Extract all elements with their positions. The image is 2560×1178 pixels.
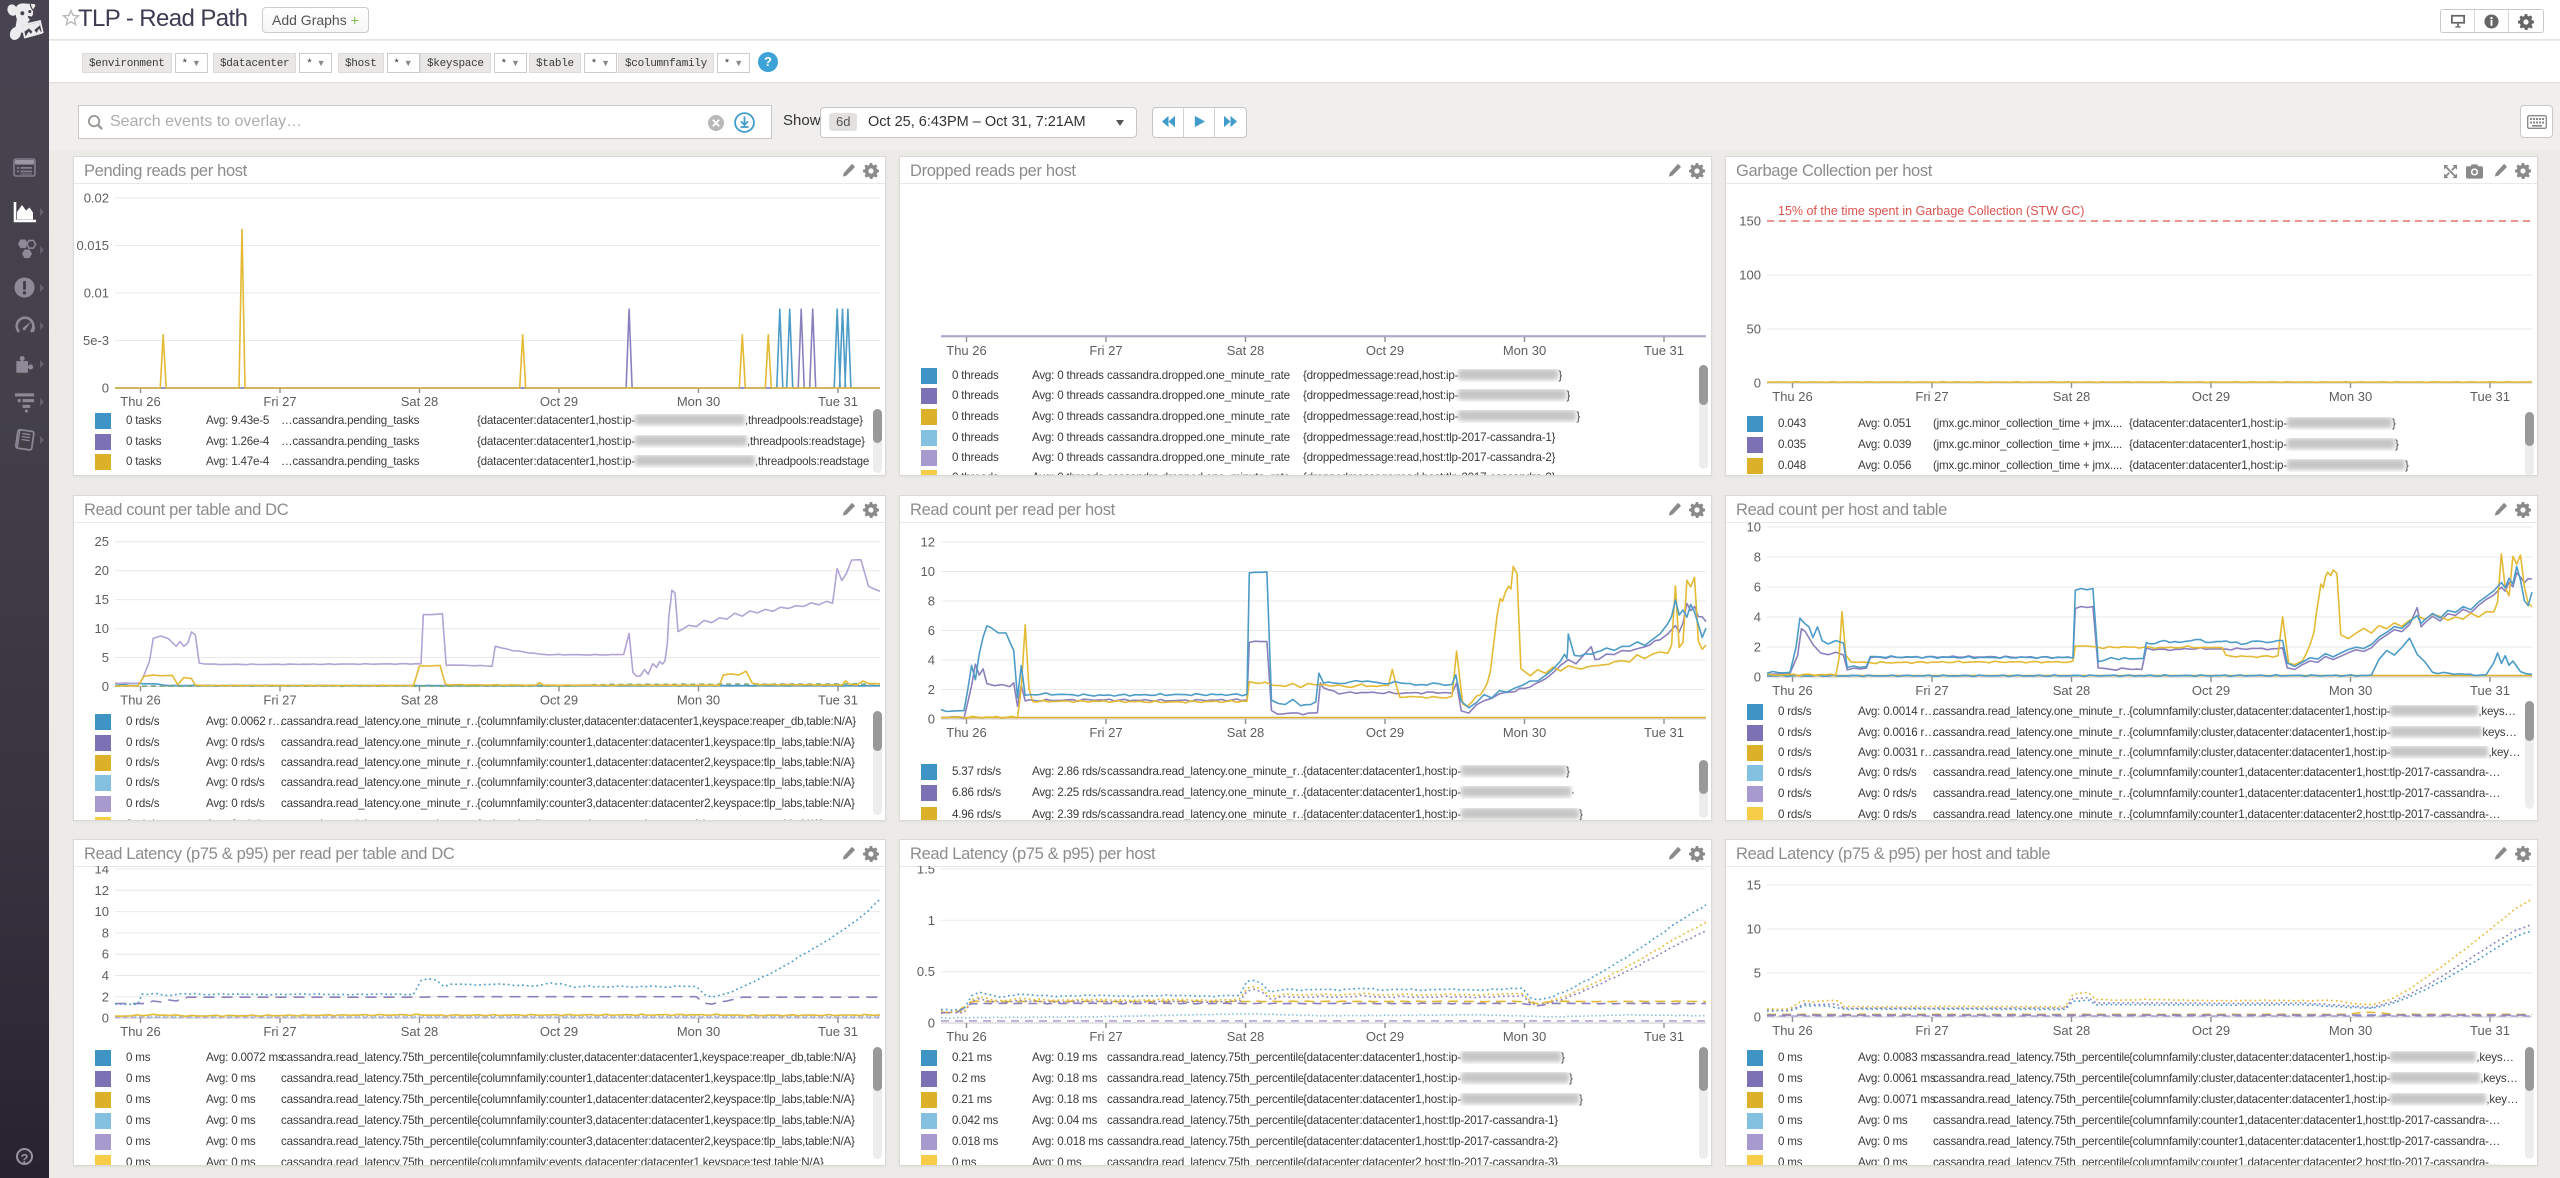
- svg-text:Sat 28: Sat 28: [2053, 1023, 2091, 1038]
- svg-text:0.01: 0.01: [84, 286, 109, 301]
- svg-text:Tue 31: Tue 31: [1644, 725, 1684, 740]
- svg-text:4: 4: [1754, 610, 1761, 625]
- svg-text:Tue 31: Tue 31: [1644, 1029, 1684, 1044]
- svg-text:Mon 30: Mon 30: [1503, 725, 1546, 740]
- svg-text:Sat 28: Sat 28: [401, 1024, 439, 1039]
- svg-text:Oct 29: Oct 29: [540, 394, 578, 409]
- svg-text:50: 50: [1747, 322, 1761, 337]
- svg-text:0.5: 0.5: [917, 964, 935, 979]
- svg-text:0: 0: [102, 1011, 109, 1026]
- svg-text:0.015: 0.015: [76, 238, 109, 253]
- svg-text:Thu 26: Thu 26: [946, 1029, 986, 1044]
- svg-text:8: 8: [1754, 550, 1761, 565]
- svg-text:10: 10: [1747, 922, 1761, 937]
- svg-text:Fri 27: Fri 27: [1089, 1029, 1122, 1044]
- svg-text:Sat 28: Sat 28: [2053, 683, 2091, 698]
- svg-text:0: 0: [102, 381, 109, 396]
- svg-text:Fri 27: Fri 27: [263, 394, 296, 409]
- svg-text:Mon 30: Mon 30: [2329, 389, 2372, 404]
- svg-text:Tue 31: Tue 31: [1644, 343, 1684, 358]
- svg-text:5: 5: [102, 650, 109, 665]
- svg-text:150: 150: [1739, 214, 1761, 229]
- svg-text:6: 6: [102, 947, 109, 962]
- svg-text:Fri 27: Fri 27: [1089, 725, 1122, 740]
- svg-text:10: 10: [95, 904, 109, 919]
- svg-text:20: 20: [95, 563, 109, 578]
- svg-text:Fri 27: Fri 27: [1915, 683, 1948, 698]
- svg-text:0: 0: [1754, 376, 1761, 391]
- svg-text:Fri 27: Fri 27: [1089, 343, 1122, 358]
- svg-text:5: 5: [1754, 966, 1761, 981]
- svg-text:0: 0: [1754, 1010, 1761, 1025]
- svg-text:0: 0: [928, 1016, 935, 1031]
- svg-text:1.5: 1.5: [917, 866, 935, 877]
- svg-text:Sat 28: Sat 28: [2053, 389, 2091, 404]
- svg-text:Fri 27: Fri 27: [1915, 1023, 1948, 1038]
- svg-text:Oct 29: Oct 29: [2192, 683, 2230, 698]
- svg-text:100: 100: [1739, 268, 1761, 283]
- svg-text:Mon 30: Mon 30: [2329, 683, 2372, 698]
- svg-text:Thu 26: Thu 26: [946, 343, 986, 358]
- svg-text:12: 12: [95, 883, 109, 898]
- svg-text:Mon 30: Mon 30: [2329, 1023, 2372, 1038]
- svg-text:Thu 26: Thu 26: [120, 1024, 160, 1039]
- svg-text:12: 12: [921, 535, 935, 550]
- svg-text:4: 4: [102, 968, 109, 983]
- svg-text:6: 6: [1754, 580, 1761, 595]
- svg-text:Sat 28: Sat 28: [401, 394, 439, 409]
- svg-text:Thu 26: Thu 26: [946, 725, 986, 740]
- svg-text:Tue 31: Tue 31: [818, 394, 858, 409]
- svg-text:Mon 30: Mon 30: [1503, 343, 1546, 358]
- svg-text:0: 0: [928, 712, 935, 727]
- svg-text:Oct 29: Oct 29: [1366, 1029, 1404, 1044]
- svg-text:2: 2: [928, 682, 935, 697]
- svg-text:Oct 29: Oct 29: [2192, 1023, 2230, 1038]
- svg-text:Oct 29: Oct 29: [540, 692, 578, 707]
- svg-text:8: 8: [928, 594, 935, 609]
- svg-text:Thu 26: Thu 26: [120, 394, 160, 409]
- svg-text:Tue 31: Tue 31: [2470, 389, 2510, 404]
- svg-text:Sat 28: Sat 28: [1227, 1029, 1265, 1044]
- svg-text:Tue 31: Tue 31: [2470, 1023, 2510, 1038]
- svg-text:Thu 26: Thu 26: [120, 692, 160, 707]
- svg-text:Mon 30: Mon 30: [677, 394, 720, 409]
- svg-text:Oct 29: Oct 29: [1366, 725, 1404, 740]
- svg-text:15: 15: [95, 592, 109, 607]
- svg-text:Sat 28: Sat 28: [1227, 343, 1265, 358]
- svg-text:10: 10: [1747, 522, 1761, 535]
- svg-text:15% of the time spent in Garba: 15% of the time spent in Garbage Collect…: [1778, 204, 2084, 218]
- svg-text:Mon 30: Mon 30: [677, 1024, 720, 1039]
- svg-text:Mon 30: Mon 30: [677, 692, 720, 707]
- svg-text:10: 10: [95, 621, 109, 636]
- svg-text:5e-3: 5e-3: [83, 333, 109, 348]
- svg-text:2: 2: [102, 989, 109, 1004]
- svg-text:6: 6: [928, 623, 935, 638]
- svg-text:15: 15: [1747, 878, 1761, 893]
- svg-text:Oct 29: Oct 29: [540, 1024, 578, 1039]
- svg-text:Oct 29: Oct 29: [1366, 343, 1404, 358]
- svg-text:Thu 26: Thu 26: [1772, 389, 1812, 404]
- svg-text:4: 4: [928, 653, 935, 668]
- svg-text:Tue 31: Tue 31: [2470, 683, 2510, 698]
- svg-text:Fri 27: Fri 27: [263, 1024, 296, 1039]
- svg-text:Thu 26: Thu 26: [1772, 1023, 1812, 1038]
- svg-text:25: 25: [95, 534, 109, 549]
- svg-text:14: 14: [95, 866, 109, 877]
- svg-text:Mon 30: Mon 30: [1503, 1029, 1546, 1044]
- svg-text:Tue 31: Tue 31: [818, 1024, 858, 1039]
- svg-text:Oct 29: Oct 29: [2192, 389, 2230, 404]
- svg-text:8: 8: [102, 925, 109, 940]
- svg-text:1: 1: [928, 913, 935, 928]
- svg-text:Sat 28: Sat 28: [1227, 725, 1265, 740]
- svg-text:0.02: 0.02: [84, 191, 109, 206]
- svg-text:2: 2: [1754, 640, 1761, 655]
- svg-text:Thu 26: Thu 26: [1772, 683, 1812, 698]
- svg-text:Fri 27: Fri 27: [263, 692, 296, 707]
- svg-text:Tue 31: Tue 31: [818, 692, 858, 707]
- svg-text:0: 0: [1754, 670, 1761, 685]
- svg-text:Sat 28: Sat 28: [401, 692, 439, 707]
- svg-text:Fri 27: Fri 27: [1915, 389, 1948, 404]
- svg-text:10: 10: [921, 564, 935, 579]
- svg-text:0: 0: [102, 679, 109, 694]
